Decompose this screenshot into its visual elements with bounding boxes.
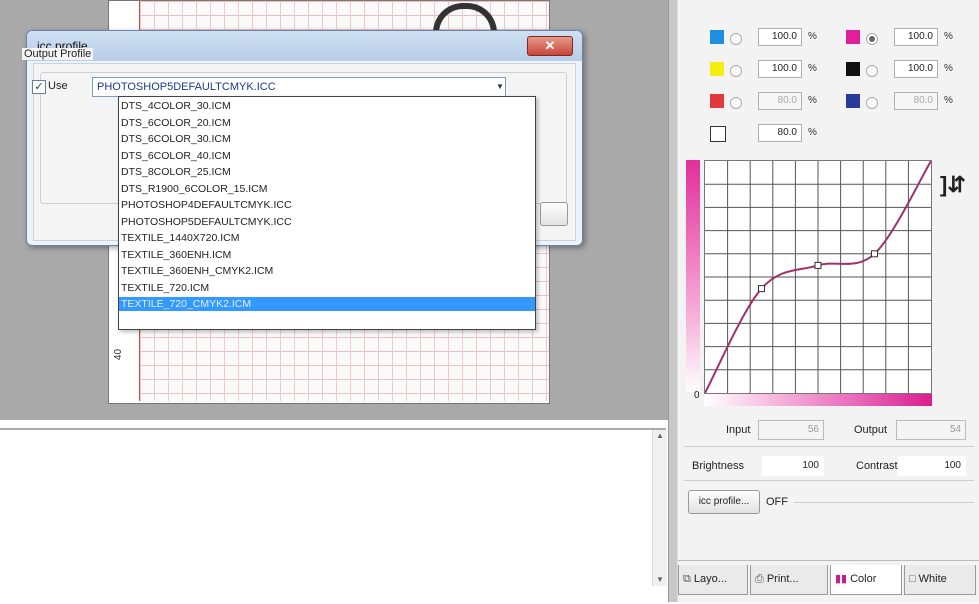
brightness-label: Brightness xyxy=(692,460,744,472)
color-panel: 0 ]⇵ Input 56 Output 54 Brightness 100 C… xyxy=(678,0,979,603)
dialog-ok-button[interactable] xyxy=(540,202,568,226)
curve-reset-icon[interactable]: ]⇵ xyxy=(940,170,966,200)
curve-control-point[interactable] xyxy=(814,261,822,269)
channel-radio[interactable] xyxy=(866,97,878,109)
chevron-down-icon[interactable]: ▼ xyxy=(494,77,506,97)
profile-dropdown-list[interactable]: DTS_4COLOR_30.ICM DTS_6COLOR_20.ICM DTS_6C… xyxy=(118,96,536,330)
tab-label: White xyxy=(918,573,947,585)
icc-profile-status: OFF xyxy=(766,496,788,508)
output-label: Output xyxy=(854,424,888,436)
profile-option[interactable]: TEXTILE_1440X720.ICM xyxy=(119,231,535,245)
message-pane[interactable] xyxy=(0,428,666,604)
use-checkbox[interactable]: ✓ xyxy=(32,80,46,94)
message-pane-scrollbar[interactable]: ▲ ▼ xyxy=(652,430,667,586)
tab-print[interactable]: ⎙ Print... xyxy=(750,565,828,595)
contrast-field[interactable]: 100 xyxy=(898,456,966,476)
tab-color[interactable]: ▮▮ Color xyxy=(830,565,902,595)
profile-select[interactable]: PHOTOSHOP5DEFAULTCMYK.ICC xyxy=(92,77,506,97)
layout-icon: ⧉ xyxy=(683,573,691,585)
profile-option[interactable]: TEXTILE_720.ICM xyxy=(119,281,535,295)
tab-label: Color xyxy=(850,573,877,585)
profile-option[interactable]: PHOTOSHOP5DEFAULTCMYK.ICC xyxy=(119,215,535,229)
profile-option[interactable]: DTS_4COLOR_30.ICM xyxy=(119,99,535,113)
profile-option[interactable]: TEXTILE_720_CMYK2.ICM xyxy=(119,297,535,311)
channel-radio[interactable] xyxy=(730,97,742,109)
curve-control-point[interactable] xyxy=(871,250,878,258)
channel-percent-field[interactable]: 100.0 xyxy=(758,60,802,78)
channel-percent-field[interactable]: 80.0 xyxy=(758,92,802,110)
profile-option[interactable]: TEXTILE_360ENH.ICM xyxy=(119,248,535,262)
tab-label: Layo... xyxy=(693,573,727,585)
panel-splitter[interactable] xyxy=(668,0,678,602)
percent-sign: % xyxy=(808,95,817,106)
divider xyxy=(684,480,974,481)
panel-tabs: ⧉ Layo... ⎙ Print... ▮▮ Color □ White xyxy=(678,560,979,603)
tone-curve-editor[interactable] xyxy=(704,160,932,394)
channel-swatch[interactable] xyxy=(710,30,724,44)
channel-swatch[interactable] xyxy=(846,94,860,108)
channel-swatch[interactable] xyxy=(846,62,860,76)
percent-sign: % xyxy=(808,127,817,138)
channel-percent-field[interactable]: 100.0 xyxy=(894,28,938,46)
profile-option[interactable]: DTS_R1900_6COLOR_15.ICM xyxy=(119,182,535,196)
profile-option[interactable]: PHOTOSHOP4DEFAULTCMYK.ICC xyxy=(119,198,535,212)
channel-percent-field[interactable]: 100.0 xyxy=(894,60,938,78)
profile-option[interactable]: TEXTILE_360ENH_CMYK2.ICM xyxy=(119,264,535,278)
dialog-titlebar[interactable]: icc profile ✕ xyxy=(27,31,582,61)
percent-sign: % xyxy=(808,31,817,42)
scroll-up-arrow-icon[interactable]: ▲ xyxy=(653,430,667,442)
channel-swatch[interactable] xyxy=(710,126,726,142)
profile-option[interactable]: DTS_8COLOR_25.ICM xyxy=(119,165,535,179)
channel-radio[interactable] xyxy=(730,33,742,45)
contrast-label: Contrast xyxy=(856,460,898,472)
color-bars-icon: ▮▮ xyxy=(835,573,848,585)
profile-option[interactable]: DTS_6COLOR_30.ICM xyxy=(119,132,535,146)
brightness-field[interactable]: 100 xyxy=(762,456,824,476)
channel-radio[interactable] xyxy=(866,65,878,77)
curve-output-gradient xyxy=(686,160,700,392)
profile-option[interactable]: DTS_6COLOR_40.ICM xyxy=(119,149,535,163)
curve-input-gradient xyxy=(704,394,932,406)
channel-swatch[interactable] xyxy=(846,30,860,44)
profile-option[interactable]: DTS_6COLOR_20.ICM xyxy=(119,116,535,130)
channel-radio[interactable] xyxy=(866,33,878,45)
ruler-label: 40 xyxy=(113,348,125,361)
channel-percent-field[interactable]: 100.0 xyxy=(758,28,802,46)
tab-label: Print... xyxy=(766,573,799,585)
divider xyxy=(794,502,974,503)
scroll-down-arrow-icon[interactable]: ▼ xyxy=(653,574,667,586)
printer-icon: ⎙ xyxy=(755,573,764,585)
percent-sign: % xyxy=(944,63,953,74)
channel-swatch[interactable] xyxy=(710,94,724,108)
channel-percent-field[interactable]: 80.0 xyxy=(758,124,802,142)
percent-sign: % xyxy=(944,95,953,106)
channel-radio[interactable] xyxy=(730,65,742,77)
icc-profile-button[interactable]: icc profile... xyxy=(688,490,760,514)
output-value-field[interactable]: 54 xyxy=(896,420,966,440)
close-icon[interactable]: ✕ xyxy=(527,36,573,56)
tab-layo[interactable]: ⧉ Layo... xyxy=(678,565,748,595)
percent-sign: % xyxy=(808,63,817,74)
tab-white[interactable]: □ White xyxy=(904,565,976,595)
curve-control-point[interactable] xyxy=(758,285,765,293)
white-square-icon: □ xyxy=(909,573,916,585)
output-profile-label: Output Profile xyxy=(22,48,94,60)
input-value-field[interactable]: 56 xyxy=(758,420,824,440)
curve-axis-zero: 0 xyxy=(694,390,700,401)
input-label: Input xyxy=(726,424,751,436)
percent-sign: % xyxy=(944,31,953,42)
channel-percent-field[interactable]: 80.0 xyxy=(894,92,938,110)
tone-curve-graph[interactable] xyxy=(704,160,932,394)
channel-swatch[interactable] xyxy=(710,62,724,76)
use-label: Use xyxy=(48,80,68,92)
divider xyxy=(684,446,974,447)
